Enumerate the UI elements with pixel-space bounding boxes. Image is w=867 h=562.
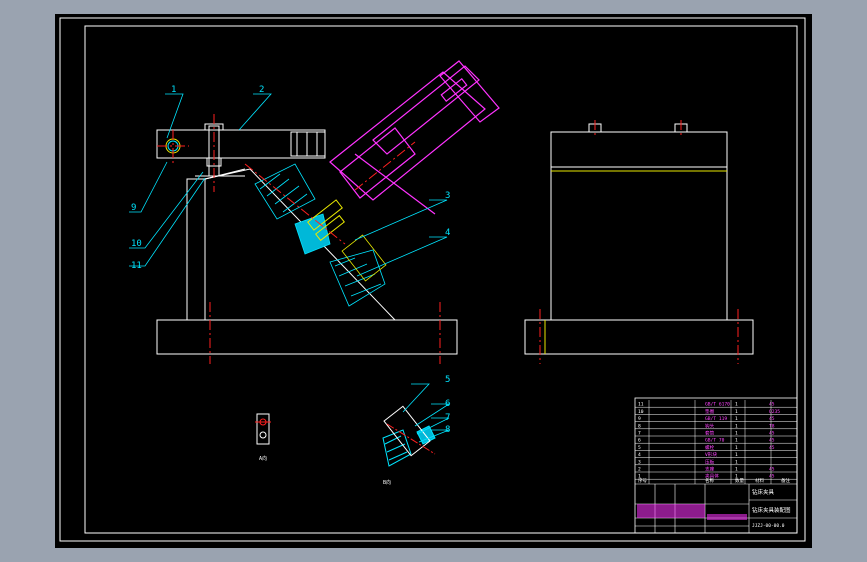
bom-cell-no: 5 [638, 445, 641, 451]
bom-cell-qty: 1 [735, 431, 738, 437]
inner-border [84, 25, 798, 534]
bom-cell-material: Q235 [769, 409, 780, 415]
bom-header-material: 材料 [755, 477, 764, 484]
drawing-number: JJZJ-00-00.0 [752, 523, 785, 529]
bom-cell-no: 3 [638, 459, 641, 465]
bom-header-remark: 备注 [781, 477, 790, 484]
bom-cell-no: 10 [638, 409, 644, 415]
center-lines [157, 114, 441, 364]
bom-cell-no: 6 [638, 438, 641, 444]
bom-cell-no: 9 [638, 416, 641, 422]
bom-cell-qty: 1 [735, 467, 738, 473]
balloon-5: 5 [445, 375, 450, 385]
school-name: 钻床夹具 [752, 488, 775, 496]
bom-cell-material: 45 [769, 467, 775, 473]
bom-cell-qty: 1 [735, 402, 738, 408]
bom-header-qty: 数量 [735, 477, 744, 484]
view-a [255, 413, 271, 445]
balloon-11: 11 [131, 261, 142, 271]
bom-cell-name: GB/T 119 [705, 416, 727, 422]
bom-rows: 11 GB/T 6170 1 4510 垫圈 1 Q2359 GB/T 119 1 458 钩头 1 T… [635, 400, 797, 484]
cad-viewport[interactable]: A向 B向 1 2 3 4 5 6 7 8 9 10 11 11 GB/T 61… [55, 14, 812, 548]
bom-cell-qty: 1 [735, 445, 738, 451]
bom-cell-material: 45 [769, 438, 775, 444]
bom-cell-name: V形块 [705, 451, 717, 458]
bom-cell-material: 45 [769, 431, 775, 437]
bom-header-no: 序号 [638, 477, 647, 484]
side-view-centers [539, 120, 739, 364]
bom-cell-qty: 1 [735, 438, 738, 444]
view-a-label: A向 [259, 455, 267, 462]
workpiece-shaft [329, 60, 500, 215]
bom-cell-name: 套筒 [705, 430, 715, 437]
bom-cell-no: 4 [638, 452, 641, 458]
balloon-2: 2 [259, 85, 264, 95]
bom-cell-material: 45 [769, 474, 775, 480]
bom-cell-material: 45 [769, 445, 775, 451]
bom-cell-qty: 1 [735, 459, 738, 465]
bom-cell-material: 45 [769, 416, 775, 422]
outer-border [59, 17, 806, 542]
balloon-3: 3 [445, 191, 450, 201]
balloon-10: 10 [131, 239, 142, 249]
bom-cell-name: 压板 [705, 458, 715, 465]
drawing-title: 钻床夹具装配图 [752, 506, 791, 514]
bom-cell-no: 11 [638, 402, 644, 408]
balloon-8: 8 [445, 425, 450, 435]
bom-cell-qty: 1 [735, 409, 738, 415]
balloon-6: 6 [445, 399, 450, 409]
bom-header-name: 名称 [705, 477, 714, 484]
bom-cell-qty: 1 [735, 423, 738, 429]
bom-cell-name: GB/T 70 [705, 438, 725, 444]
view-b [382, 405, 436, 467]
bom-cell-no: 7 [638, 431, 641, 437]
balloon-9: 9 [131, 203, 136, 213]
balloon-7: 7 [445, 413, 450, 423]
bom-cell-qty: 1 [735, 416, 738, 422]
bom-cell-name: 钩头 [705, 422, 715, 429]
bom-cell-name: 螺栓 [705, 444, 715, 451]
bom-cell-no: 8 [638, 423, 641, 429]
bom-cell-material: T8 [769, 423, 775, 429]
bom-cell-material: 45 [769, 402, 775, 408]
bom-cell-name: GB/T 6170 [705, 402, 730, 408]
view-b-label: B向 [383, 479, 391, 486]
bom-cell-name: 垫圈 [705, 408, 715, 415]
side-view [524, 123, 754, 355]
cad-drawing: A向 B向 1 2 3 4 5 6 7 8 9 10 11 11 GB/T 61… [59, 17, 806, 542]
title-block: 11 GB/T 6170 1 4510 垫圈 1 Q2359 GB/T 119 1 458 钩头 1 T… [634, 397, 798, 534]
bom-cell-no: 2 [638, 467, 641, 473]
balloon-4: 4 [445, 228, 450, 238]
balloon-1: 1 [171, 85, 176, 95]
bom-cell-name: 支座 [705, 466, 715, 473]
bom-cell-qty: 1 [735, 452, 738, 458]
